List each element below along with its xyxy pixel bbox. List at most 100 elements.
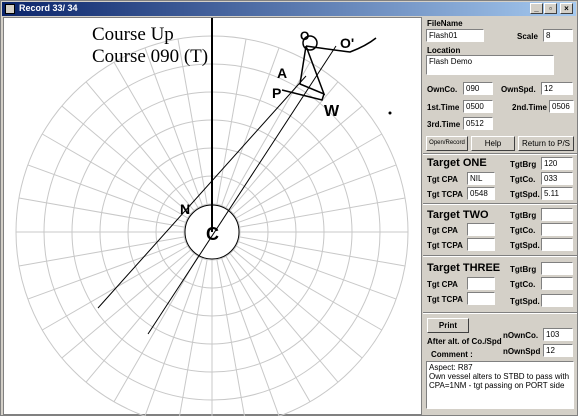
bearing-line bbox=[85, 253, 195, 383]
target-three-tgtbrg-label: TgtBrg bbox=[510, 265, 537, 274]
target-three-tgtspd-field[interactable] bbox=[541, 294, 573, 307]
radar-plot-svg: CN PA W O O' bbox=[15, 18, 409, 416]
separator bbox=[423, 203, 577, 205]
target-one-title: Target ONE bbox=[427, 157, 487, 169]
ownco-label: OwnCo. bbox=[427, 85, 458, 94]
bearing-line bbox=[61, 105, 191, 215]
target-three-cpa-field[interactable] bbox=[467, 277, 495, 290]
bearing-line bbox=[113, 255, 199, 402]
bearing-line bbox=[233, 249, 363, 359]
nownspd-field[interactable]: 12 bbox=[543, 344, 573, 357]
close-button[interactable]: × bbox=[560, 3, 573, 14]
target-three-title: Target THREE bbox=[427, 262, 501, 274]
restore-button[interactable]: ▫ bbox=[544, 3, 557, 14]
after-alteration-label: After alt. of Co./Spd bbox=[427, 337, 502, 346]
target-one-tgtspd-field[interactable]: 5.11 bbox=[541, 187, 573, 200]
target-one-tgtbrg-field[interactable]: 120 bbox=[541, 157, 573, 170]
target-three-cpa-label: Tgt CPA bbox=[427, 280, 458, 289]
course-heading: Course 090 (T) bbox=[92, 46, 209, 67]
bearing-line bbox=[225, 255, 311, 402]
second-time-field[interactable]: 0506 bbox=[549, 100, 574, 113]
target-two-tcpa-field[interactable] bbox=[467, 238, 495, 251]
p-mark: P bbox=[272, 85, 281, 101]
target-two-tgtbrg-label: TgtBrg bbox=[510, 211, 537, 220]
n-mark: N bbox=[180, 201, 190, 217]
target-three-tgtbrg-field[interactable] bbox=[541, 262, 573, 275]
target-three-tcpa-label: Tgt TCPA bbox=[427, 295, 463, 304]
scale-field[interactable]: 8 bbox=[543, 29, 573, 42]
bearing-line bbox=[235, 245, 382, 331]
print-button[interactable]: Print bbox=[427, 318, 469, 333]
target-two-tgtco-field[interactable] bbox=[541, 223, 573, 236]
first-time-field[interactable]: 0500 bbox=[463, 100, 493, 113]
bearing-line bbox=[85, 81, 195, 211]
target-one-tgtco-label: TgtCo. bbox=[510, 175, 536, 184]
target-one-cpa-label: Tgt CPA bbox=[427, 175, 458, 184]
title-bar[interactable]: Record 33/ 34 _ ▫ × bbox=[2, 2, 576, 16]
open-record-button[interactable]: Open/Record bbox=[426, 136, 468, 151]
nownco-field[interactable]: 103 bbox=[543, 328, 573, 341]
ownspd-field[interactable]: 12 bbox=[541, 82, 573, 95]
return-button[interactable]: Return to P/S bbox=[518, 136, 574, 151]
separator bbox=[423, 153, 577, 155]
target-one-tgtco-field[interactable]: 033 bbox=[541, 172, 573, 185]
w-mark: W bbox=[324, 103, 340, 120]
bearing-line bbox=[235, 133, 382, 219]
target-one-tcpa-field[interactable]: 0548 bbox=[467, 187, 495, 200]
scale-label: Scale bbox=[517, 32, 538, 41]
ownspd-label: OwnSpd. bbox=[501, 85, 536, 94]
filename-label: FileName bbox=[427, 19, 463, 28]
target-one-cpa-field[interactable]: NIL bbox=[467, 172, 495, 185]
bearing-line bbox=[229, 253, 339, 383]
course-up-heading: Course Up bbox=[92, 24, 174, 45]
target-one-tgtbrg-label: TgtBrg bbox=[510, 160, 537, 169]
target-two-tgtspd-label: TgtSpd. bbox=[510, 241, 540, 250]
target-two-title: Target TWO bbox=[427, 209, 489, 221]
comment-label: Comment : bbox=[431, 350, 473, 359]
location-field[interactable]: Flash Demo bbox=[426, 55, 554, 75]
relative-motion-line bbox=[97, 75, 307, 309]
third-time-field[interactable]: 0512 bbox=[463, 117, 493, 130]
c-mark: C bbox=[206, 224, 219, 244]
target-two-tgtbrg-field[interactable] bbox=[541, 208, 573, 221]
nownco-label: nOwnCo. bbox=[503, 331, 539, 340]
target-three-tgtspd-label: TgtSpd. bbox=[510, 297, 540, 306]
separator bbox=[423, 312, 577, 314]
bearing-line bbox=[113, 62, 199, 209]
target-two-cpa-field[interactable] bbox=[467, 223, 495, 236]
target-three-tgtco-field[interactable] bbox=[541, 277, 573, 290]
target-one-tgtspd-label: TgtSpd. bbox=[510, 190, 540, 199]
window-title: Record 33/ 34 bbox=[19, 3, 78, 13]
bearing-line bbox=[61, 249, 191, 359]
nownspd-label: nOwnSpd bbox=[503, 347, 541, 356]
separator bbox=[423, 255, 577, 257]
radar-plot[interactable]: C N P A W O O' Course Up Course 090 (T) bbox=[3, 17, 422, 416]
minimize-button[interactable]: _ bbox=[530, 3, 543, 14]
location-label: Location bbox=[427, 46, 461, 55]
o-prime-mark: O' bbox=[340, 35, 354, 51]
third-time-label: 3rd.Time bbox=[427, 120, 461, 129]
comment-field[interactable]: Aspect: R87 Own vessel alters to STBD to… bbox=[426, 361, 574, 409]
ownco-field[interactable]: 090 bbox=[463, 82, 493, 95]
record-window: Record 33/ 34 _ ▫ × C N P A W O O' Course Up C… bbox=[0, 0, 578, 416]
target-one-tcpa-label: Tgt TCPA bbox=[427, 190, 463, 199]
first-time-label: 1st.Time bbox=[427, 103, 460, 112]
target-two-tgtco-label: TgtCo. bbox=[510, 226, 536, 235]
target-two-cpa-label: Tgt CPA bbox=[427, 226, 458, 235]
app-icon bbox=[5, 4, 15, 14]
control-panel: FileName Flash01 Scale 8 Location Flash … bbox=[423, 17, 577, 415]
a-mark: A bbox=[277, 65, 287, 81]
target-three-tcpa-field[interactable] bbox=[467, 292, 495, 305]
o-mark: O bbox=[300, 29, 309, 43]
target-two-tcpa-label: Tgt TCPA bbox=[427, 241, 463, 250]
bearing-line bbox=[42, 133, 189, 219]
target-two-tgtspd-field[interactable] bbox=[541, 238, 573, 251]
plot-point bbox=[388, 111, 392, 115]
target-three-tgtco-label: TgtCo. bbox=[510, 280, 536, 289]
filename-field[interactable]: Flash01 bbox=[426, 29, 484, 42]
bearing-line bbox=[233, 105, 363, 215]
bearing-line bbox=[225, 62, 311, 209]
second-time-label: 2nd.Time bbox=[512, 103, 547, 112]
help-button[interactable]: Help bbox=[471, 136, 515, 151]
bearing-line bbox=[42, 245, 189, 331]
